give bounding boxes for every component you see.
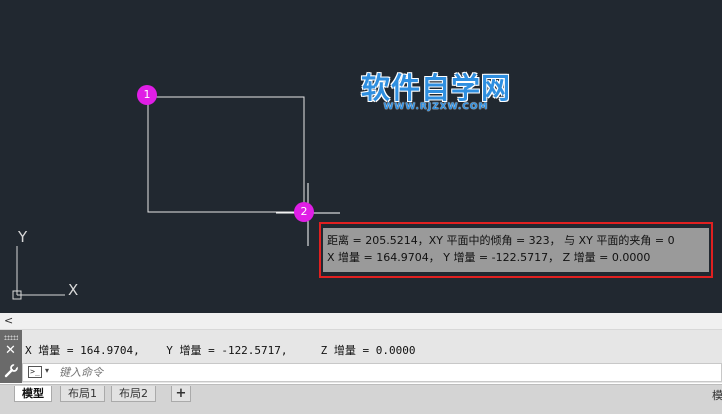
watermark-title: 软件自学网: [360, 71, 511, 105]
ucs-x-label: X: [68, 281, 78, 299]
command-prompt-icon[interactable]: >_: [28, 366, 42, 378]
command-line-panel: ✕ X 增量 = 164.9704, Y 增量 = -122.5717, Z 增…: [0, 330, 722, 383]
tab-layout2[interactable]: 布局2: [111, 386, 156, 402]
drawn-rectangle[interactable]: [147, 96, 305, 213]
command-history-bar[interactable]: <: [0, 313, 722, 330]
ucs-y-label: Y: [17, 228, 28, 246]
history-toggle-button[interactable]: <: [4, 313, 13, 329]
command-input[interactable]: [59, 364, 709, 381]
tooltip-line-distance: 距离 = 205.5214，XY 平面中的倾角 = 323， 与 XY 平面的夹…: [327, 234, 675, 247]
point-marker-1: 1: [137, 85, 157, 105]
layout-tab-bar: 模型 布局1 布局2 + 模: [0, 384, 722, 414]
chevron-down-icon[interactable]: ▾: [45, 366, 49, 375]
close-icon[interactable]: ✕: [5, 344, 16, 358]
grip-icon[interactable]: [4, 335, 18, 340]
model-space-toggle[interactable]: 模: [712, 387, 722, 403]
tooltip-line-deltas: X 增量 = 164.9704， Y 增量 = -122.5717， Z 增量 …: [327, 251, 651, 264]
watermark-logo: 软件自学网 WWW.RJZXW.COM: [356, 72, 516, 112]
tab-model[interactable]: 模型: [14, 386, 52, 402]
autocad-window: Y X 1 2 软件自学网 WWW.RJZXW.COM 距离 = 205.521…: [0, 0, 722, 414]
tab-layout1[interactable]: 布局1: [60, 386, 105, 402]
command-line-handle[interactable]: ✕: [0, 330, 22, 383]
wrench-icon[interactable]: [3, 363, 19, 379]
point-marker-2: 2: [294, 202, 314, 222]
command-input-row[interactable]: >_ ▾: [22, 363, 722, 382]
command-history-line: X 增量 = 164.9704, Y 增量 = -122.5717, Z 增量 …: [25, 344, 416, 357]
drawing-canvas[interactable]: Y X 1 2 软件自学网 WWW.RJZXW.COM 距离 = 205.521…: [0, 0, 722, 313]
add-layout-button[interactable]: +: [171, 386, 191, 402]
ucs-icon: [12, 246, 65, 300]
distance-tooltip: 距离 = 205.5214，XY 平面中的倾角 = 323， 与 XY 平面的夹…: [323, 228, 709, 272]
command-area: < ✕ X 增量 = 164.9704, Y 增量 = -122.5717, Z…: [0, 313, 722, 414]
